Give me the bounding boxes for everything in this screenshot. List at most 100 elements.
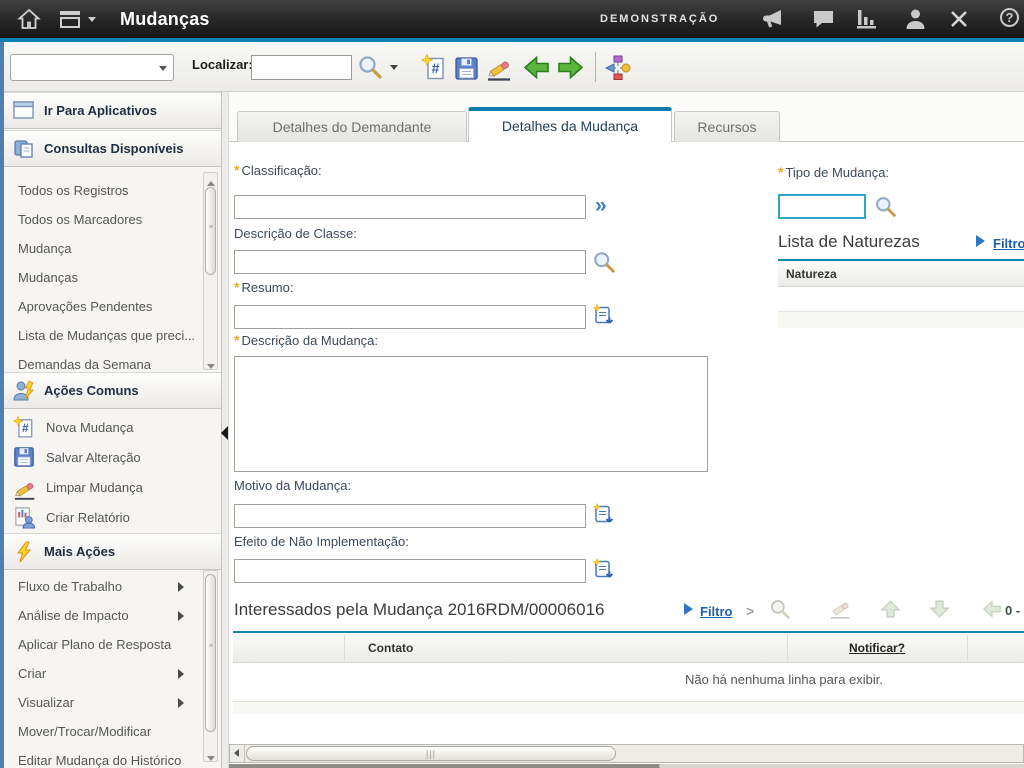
more-item-criar[interactable]: Criar <box>4 659 200 688</box>
outer-scrollbar-thumb[interactable] <box>659 764 1024 768</box>
template-icon[interactable] <box>592 304 615 332</box>
drilldown-chevrons-icon[interactable]: » <box>595 196 607 216</box>
query-item-mudanca[interactable]: Mudança <box>4 234 200 263</box>
scroll-down-icon[interactable] <box>205 748 217 761</box>
clear-icon[interactable] <box>486 57 514 87</box>
combobox-caret-icon[interactable] <box>159 66 167 71</box>
submenu-arrow-icon <box>178 669 184 679</box>
sidebar-header-ir-para-aplicativos[interactable]: Ir Para Aplicativos <box>4 92 222 129</box>
tab-recursos[interactable]: Recursos <box>674 111 780 142</box>
search-icon[interactable] <box>592 250 616 279</box>
back-arrow-icon[interactable] <box>523 55 550 85</box>
search-icon[interactable] <box>874 195 897 223</box>
close-icon[interactable] <box>949 9 969 34</box>
classificacao-input[interactable] <box>234 195 586 219</box>
more-item-editar-historico[interactable]: Editar Mudança do Histórico <box>4 746 200 768</box>
query-item-todos-os-registros[interactable]: Todos os Registros <box>4 176 200 205</box>
main-panel: Detalhes do Demandante Detalhes da Mudan… <box>229 92 1024 768</box>
action-criar-relatorio[interactable]: Criar Relatório <box>4 503 200 533</box>
more-actions-scrollbar-thumb[interactable]: ≡ <box>205 574 216 732</box>
horizontal-scrollbar-thumb[interactable]: ||| <box>246 746 616 761</box>
workflow-icon[interactable] <box>604 54 632 87</box>
user-actions-icon <box>13 380 36 406</box>
more-actions-scrollbar[interactable]: ≡ <box>203 570 218 762</box>
query-item-mudancas[interactable]: Mudanças <box>4 263 200 292</box>
chat-icon[interactable] <box>812 9 835 34</box>
resumo-label: *Resumo: <box>234 279 293 295</box>
page-title: Mudanças <box>120 0 210 38</box>
template-icon[interactable] <box>592 558 615 586</box>
search-options-caret-icon[interactable] <box>390 65 398 70</box>
motivo-input[interactable] <box>234 504 586 528</box>
action-nova-mudanca[interactable]: # Nova Mudança <box>4 413 200 443</box>
required-star: * <box>234 332 239 348</box>
queries-scrollbar[interactable]: ≡ <box>203 172 218 370</box>
interessados-filtro-link[interactable]: Filtro <box>700 604 733 619</box>
action-salvar-alteracao[interactable]: Salvar Alteração <box>4 443 200 473</box>
natureza-column-header[interactable]: Natureza <box>786 261 837 287</box>
naturezas-filtro-link[interactable]: Filtro <box>993 236 1024 251</box>
contato-column-header[interactable]: Contato <box>368 633 413 663</box>
scroll-left-icon[interactable] <box>230 745 245 762</box>
more-item-mover-trocar[interactable]: Mover/Trocar/Modificar <box>4 717 200 746</box>
descricao-classe-label: Descrição de Classe: <box>234 226 357 241</box>
query-item-aprovacoes-pendentes[interactable]: Aprovações Pendentes <box>4 292 200 321</box>
more-item-fluxo-de-trabalho[interactable]: Fluxo de Trabalho <box>4 572 200 601</box>
tipo-mudanca-label: *Tipo de Mudança: <box>778 164 889 180</box>
applications-menu-icon[interactable] <box>58 10 82 34</box>
window-icon <box>13 101 34 124</box>
horizontal-scrollbar[interactable]: ||| <box>229 744 1024 763</box>
sidebar: Ir Para Aplicativos Consultas Disponívei… <box>4 92 222 768</box>
resumo-input[interactable] <box>234 305 586 329</box>
sidebar-header-mais-acoes[interactable]: Mais Ações <box>4 533 222 570</box>
clear-icon <box>13 479 38 506</box>
new-record-icon[interactable]: # <box>421 54 448 86</box>
sidebar-collapse-icon[interactable] <box>221 426 228 440</box>
action-limpar-mudanca[interactable]: Limpar Mudança <box>4 473 200 503</box>
more-item-aplicar-plano[interactable]: Aplicar Plano de Resposta <box>4 630 200 659</box>
query-item-todos-os-marcadores[interactable]: Todos os Marcadores <box>4 205 200 234</box>
efeito-input[interactable] <box>234 559 586 583</box>
empty-table-message: Não há nenhuma linha para exibir. <box>669 672 899 687</box>
tab-detalhes-da-mudanca[interactable]: Detalhes da Mudança <box>468 107 672 142</box>
search-icon[interactable] <box>357 54 383 85</box>
query-item-lista-de-mudancas[interactable]: Lista de Mudanças que preci... <box>4 321 200 350</box>
report-icon <box>13 506 36 534</box>
queries-scrollbar-thumb[interactable]: ≡ <box>205 187 216 275</box>
environment-label: DEMONSTRAÇÃO <box>600 0 719 38</box>
sidebar-header-consultas-disponiveis[interactable]: Consultas Disponíveis <box>4 130 222 167</box>
tab-detalhes-do-demandante[interactable]: Detalhes do Demandante <box>237 111 467 142</box>
forward-arrow-icon[interactable] <box>557 55 584 85</box>
notificar-column-header[interactable]: Notificar? <box>787 633 967 663</box>
localizar-label: Localizar: <box>192 57 253 72</box>
template-icon[interactable] <box>592 503 615 531</box>
sidebar-header-acoes-comuns[interactable]: Ações Comuns <box>4 372 222 409</box>
required-star: * <box>778 164 783 180</box>
query-combobox[interactable] <box>10 54 174 81</box>
localizar-input[interactable] <box>251 55 352 80</box>
more-item-analise-de-impacto[interactable]: Análise de Impacto <box>4 601 200 630</box>
scroll-up-icon[interactable] <box>205 173 217 186</box>
outer-scrollbar-track[interactable] <box>229 764 1024 768</box>
motivo-label: Motivo da Mudança: <box>234 478 351 493</box>
descricao-classe-input[interactable] <box>234 250 586 274</box>
tipo-mudanca-input[interactable] <box>778 194 866 219</box>
help-icon[interactable]: ? <box>1000 8 1019 27</box>
sidebar-divider <box>222 92 229 768</box>
applications-menu-caret-icon[interactable] <box>88 17 96 22</box>
expand-chevron-icon[interactable]: > <box>746 603 754 619</box>
more-item-visualizar[interactable]: Visualizar <box>4 688 200 717</box>
query-combobox-input[interactable] <box>13 57 151 78</box>
user-icon[interactable] <box>904 8 927 35</box>
reports-chart-icon[interactable] <box>855 8 879 34</box>
descricao-mudanca-textarea[interactable] <box>234 356 708 472</box>
home-icon[interactable] <box>17 7 41 36</box>
interessados-empty-band <box>233 702 1024 714</box>
save-icon[interactable] <box>454 56 479 86</box>
toolbar-divider <box>595 52 596 82</box>
scroll-down-icon[interactable] <box>205 356 217 369</box>
filter-play-icon[interactable] <box>976 235 985 247</box>
efeito-label: Efeito de Não Implementação: <box>234 534 409 549</box>
announcements-icon[interactable] <box>761 7 786 35</box>
filter-play-icon[interactable] <box>684 603 693 615</box>
